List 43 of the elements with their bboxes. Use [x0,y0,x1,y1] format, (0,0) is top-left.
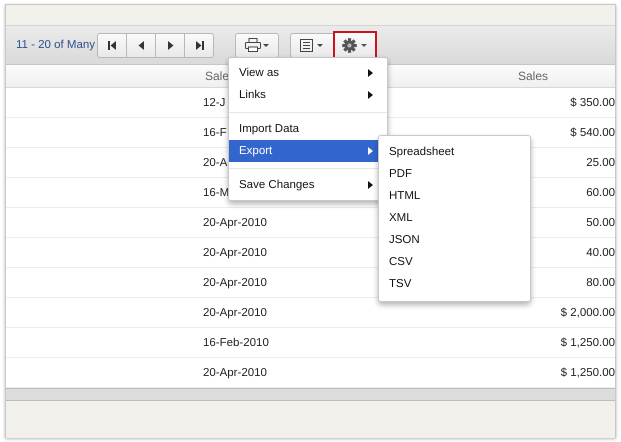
gear-icon [342,38,368,52]
date-cell: 20-Apr-2010 [203,276,267,288]
date-cell: 20-Apr-2010 [203,216,267,228]
settings-button[interactable] [333,30,377,60]
menu-item[interactable]: Links [229,84,387,106]
sales-cell: 50.00 [586,216,615,228]
menu-item[interactable]: Import Data [229,118,387,140]
date-cell: 16-Feb-2010 [203,336,269,348]
next-page-button[interactable] [155,32,185,58]
sales-cell: 40.00 [586,246,615,258]
menu-item[interactable]: TSV [379,273,530,295]
date-cell: 16-F [203,126,227,138]
sales-cell: 80.00 [586,276,615,288]
printer-icon [245,38,269,52]
list-icon [300,38,324,52]
sales-cell: $ 1,250.00 [560,336,615,348]
menu-item[interactable]: CSV [379,251,530,273]
date-cell: 20-Apr-2010 [203,366,267,378]
last-page-button[interactable] [184,32,214,58]
last-page-icon [194,40,204,50]
print-button[interactable] [235,32,279,58]
menu-item[interactable]: JSON [379,229,530,251]
sales-cell: $ 1,250.00 [560,366,615,378]
sales-cell: $ 540.00 [570,126,615,138]
page-range-label: 11 - 20 of Many [16,39,96,51]
date-cell: 20-Apr-2010 [203,246,267,258]
previous-page-button[interactable] [126,32,156,58]
first-page-icon [108,40,116,50]
column-header[interactable]: Sales [518,69,548,83]
date-cell: 12-J [203,96,226,108]
next-icon [166,40,174,50]
scrollbar[interactable] [6,388,615,401]
menu-item[interactable]: View as [229,62,387,84]
previous-icon [138,40,144,50]
menu-item[interactable]: XML [379,207,530,229]
sales-cell: 25.00 [586,156,615,168]
date-cell: 20-A [203,156,228,168]
date-cell: 20-Apr-2010 [203,306,267,318]
first-page-button[interactable] [97,32,127,58]
sales-cell: $ 2,000.00 [560,306,615,318]
list-view-button[interactable] [290,32,334,58]
sales-cell: $ 350.00 [570,96,615,108]
sales-cell: 60.00 [586,186,615,198]
